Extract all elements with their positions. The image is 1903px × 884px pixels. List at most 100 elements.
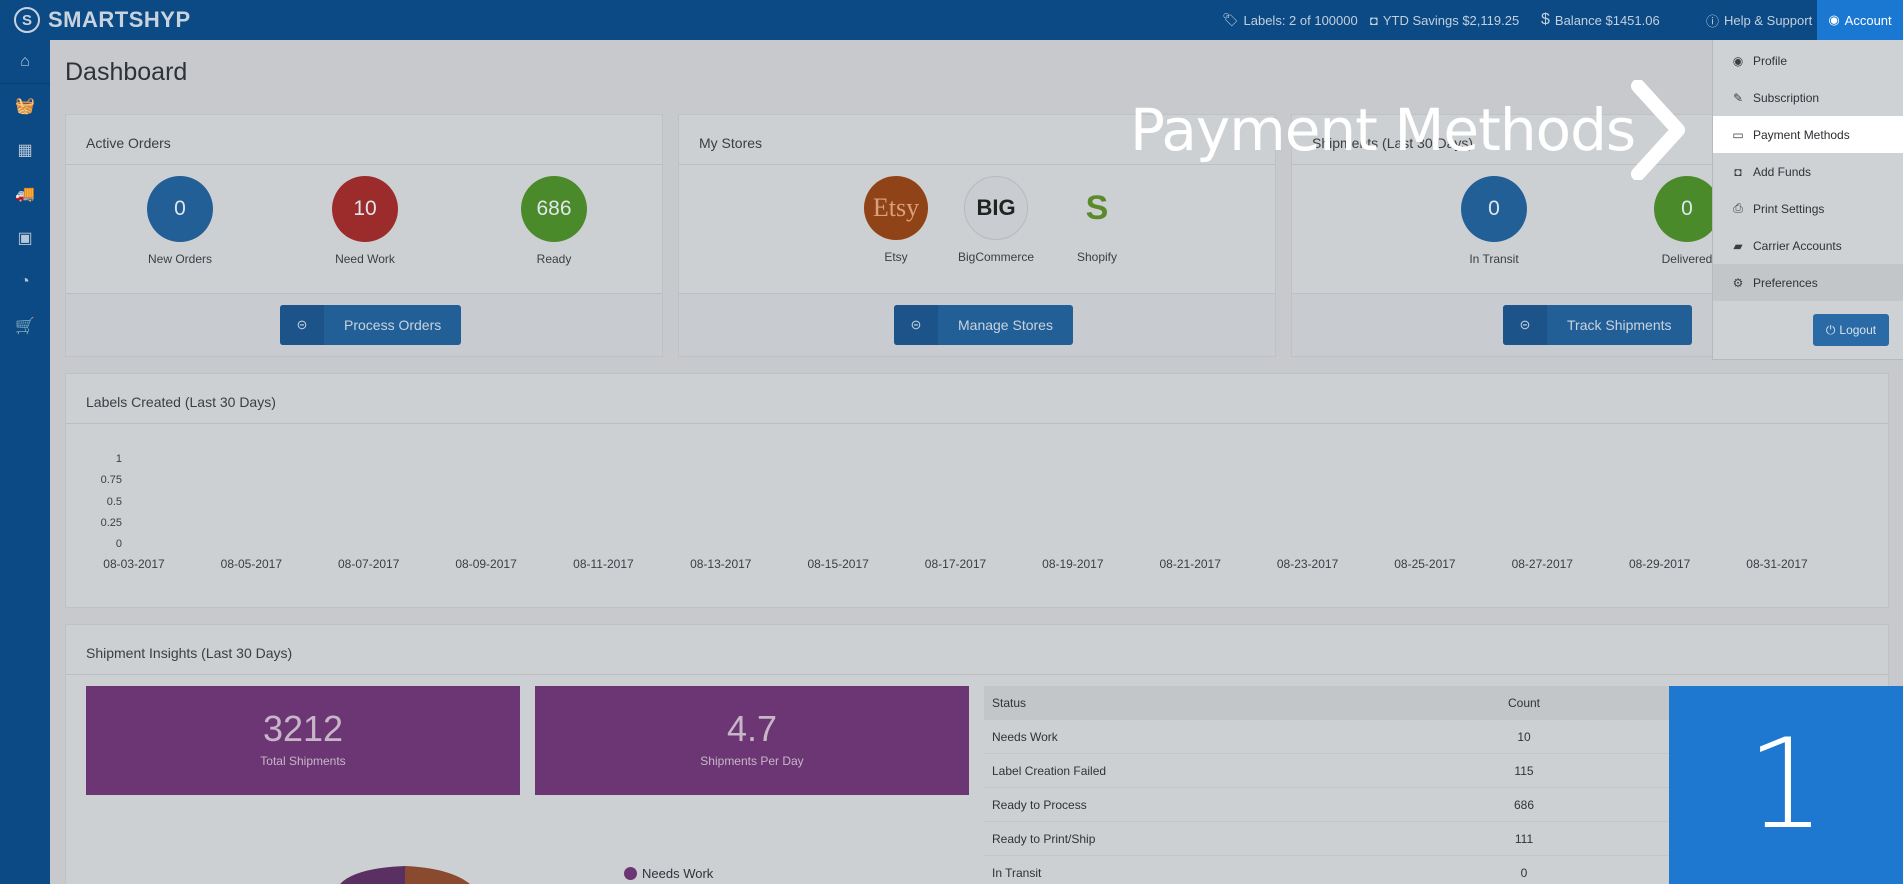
brand-name: SMARTSHYP: [48, 7, 191, 32]
need-work-stat[interactable]: 10 Need Work: [305, 176, 425, 266]
row-count: 0: [1520, 865, 1528, 880]
labels-count[interactable]: 🏷 Labels: 2 of 100000: [1222, 0, 1358, 40]
menu-item-payment-methods[interactable]: ▭ Payment Methods: [1713, 116, 1903, 153]
account-button[interactable]: ◉ Account: [1817, 0, 1903, 40]
brand-logo-icon: S: [14, 7, 40, 33]
menu-item-subscription[interactable]: ✎ Subscription: [1713, 79, 1903, 116]
in-transit-stat[interactable]: 0 In Transit: [1434, 176, 1554, 266]
x-tick-label: 08-07-2017: [338, 557, 400, 571]
account-dropdown-menu: ◉ Profile ✎ Subscription ▭ Payment Metho…: [1712, 40, 1903, 360]
sidebar-item-orders[interactable]: 🧺: [0, 84, 50, 128]
store-shopify-label: Shopify: [1076, 250, 1118, 264]
sidebar-item-shipments[interactable]: 🚚: [0, 172, 50, 216]
x-tick-label: 08-11-2017: [573, 557, 634, 571]
menu-item-print-settings[interactable]: ⎙ Print Settings: [1713, 190, 1903, 227]
new-orders-stat[interactable]: 0 New Orders: [120, 176, 240, 266]
arrow-circle-right-icon: ⊝: [1503, 305, 1547, 345]
table-row[interactable]: In Transit 0: [984, 856, 1744, 884]
sidebar-item-calendar[interactable]: ▦: [0, 128, 50, 172]
y-tick-label: 0.25: [100, 516, 122, 529]
active-orders-panel: Active Orders 0 New Orders 10 Need Work …: [65, 114, 663, 357]
track-shipments-label: Track Shipments: [1567, 317, 1672, 333]
logout-button[interactable]: ⏻ Logout: [1813, 314, 1889, 346]
question-icon: ⓘ: [1706, 13, 1720, 29]
x-tick-label: 08-05-2017: [220, 557, 283, 571]
ticket-icon: ✎: [1732, 90, 1744, 105]
table-row[interactable]: Ready to Process 686: [984, 788, 1744, 822]
x-tick-label: 08-03-2017: [103, 557, 165, 571]
total-shipments-label: Total Shipments: [260, 754, 346, 768]
cart-icon: 🛒: [15, 318, 35, 335]
need-work-count: 10: [332, 176, 398, 242]
help-support-text: Help & Support: [1724, 12, 1813, 28]
in-transit-label: In Transit: [1469, 252, 1519, 266]
menu-item-label: Print Settings: [1753, 201, 1825, 216]
x-tick-label: 08-27-2017: [1511, 557, 1573, 571]
balance[interactable]: $ Balance $1451.06: [1541, 0, 1660, 40]
row-count: 115: [1514, 763, 1534, 778]
arrow-circle-right-icon: ⊝: [280, 305, 324, 345]
x-tick-label: 08-09-2017: [455, 557, 517, 571]
total-shipments-box: 3212 Total Shipments: [86, 686, 520, 795]
logout-label: Logout: [1839, 323, 1877, 337]
truck-icon: 🚚: [15, 186, 35, 203]
sidebar-item-address-book[interactable]: ▣: [0, 216, 50, 260]
new-orders-label: New Orders: [147, 252, 212, 266]
x-tick-label: 08-29-2017: [1628, 557, 1691, 571]
my-stores-footer: ⊝ Manage Stores: [679, 293, 1275, 356]
menu-item-label: Carrier Accounts: [1753, 238, 1842, 253]
chevron-right-icon: [1631, 80, 1685, 180]
table-row[interactable]: Ready to Print/Ship 111: [984, 822, 1744, 856]
row-status: Ready to Process: [992, 797, 1087, 812]
brand[interactable]: S SMARTSHYP: [14, 6, 191, 34]
x-tick-label: 08-15-2017: [807, 557, 869, 571]
row-count: 111: [1514, 831, 1534, 846]
menu-item-carrier-accounts[interactable]: ▰ Carrier Accounts: [1713, 227, 1903, 264]
menu-item-preferences[interactable]: ⚙ Preferences: [1713, 264, 1903, 301]
pie-slice-other: [405, 866, 470, 884]
insights-title: Shipment Insights (Last 30 Days): [66, 625, 1888, 675]
truck-icon: ▰: [1733, 238, 1743, 253]
total-shipments-value: 3212: [262, 708, 344, 749]
legend-dot-icon: [624, 867, 637, 880]
money-icon: ◘: [1734, 164, 1742, 179]
sidebar-item-reports[interactable]: ◔: [0, 260, 50, 304]
row-count: 10: [1517, 729, 1531, 744]
pie-legend-item: Needs Work: [624, 866, 713, 881]
menu-item-add-funds[interactable]: ◘ Add Funds: [1713, 153, 1903, 190]
pie-slice-needs-work: [340, 866, 405, 884]
table-row[interactable]: Label Creation Failed 115: [984, 754, 1744, 788]
row-status: Ready to Print/Ship: [992, 831, 1096, 846]
process-orders-button[interactable]: ⊝ Process Orders: [280, 305, 462, 345]
store-shopify[interactable]: S Shopify: [1037, 176, 1157, 265]
address-book-icon: ▣: [17, 230, 33, 247]
shipments-per-day-box: 4.7 Shipments Per Day: [535, 686, 969, 795]
tutorial-callout: Payment Methods: [1130, 96, 1636, 164]
labels-chart-title: Labels Created (Last 30 Days): [66, 374, 1888, 424]
new-orders-count: 0: [147, 176, 213, 242]
x-tick-label: 08-13-2017: [690, 557, 752, 571]
menu-item-label: Subscription: [1753, 90, 1820, 105]
menu-item-profile[interactable]: ◉ Profile: [1713, 42, 1903, 79]
basket-icon: 🧺: [15, 98, 35, 115]
money-icon: ◘: [1370, 12, 1378, 28]
ytd-savings[interactable]: ◘ YTD Savings $2,119.25: [1370, 0, 1519, 40]
help-support-link[interactable]: ⓘ Help & Support: [1706, 0, 1812, 40]
shopify-logo-icon: S: [1085, 188, 1109, 227]
dollar-icon: $: [1541, 11, 1550, 28]
user-circle-icon: ◉: [1828, 12, 1840, 27]
table-row[interactable]: Needs Work 10: [984, 720, 1744, 754]
sidebar-item-home[interactable]: ⌂: [0, 40, 50, 84]
shipments-per-day-value: 4.7: [726, 708, 778, 749]
x-tick-label: 08-31-2017: [1746, 557, 1808, 571]
need-work-label: Need Work: [335, 252, 395, 266]
y-tick-label: 0.75: [100, 474, 122, 487]
x-tick-label: 08-19-2017: [1042, 557, 1104, 571]
ready-label: Ready: [536, 252, 572, 266]
sidebar-item-store[interactable]: 🛒: [0, 304, 50, 348]
user-circle-icon: ◉: [1732, 53, 1744, 68]
manage-stores-button[interactable]: ⊝ Manage Stores: [894, 305, 1073, 345]
track-shipments-button[interactable]: ⊝ Track Shipments: [1503, 305, 1692, 345]
ready-stat[interactable]: 686 Ready: [494, 176, 614, 266]
labels-chart-panel: Labels Created (Last 30 Days): [65, 373, 1889, 608]
